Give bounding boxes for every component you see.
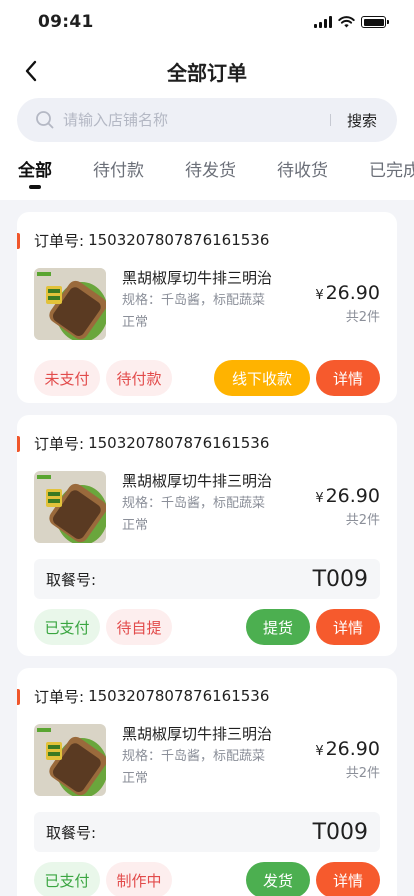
signal-icon xyxy=(314,16,332,28)
order-number-label: 订单号: xyxy=(34,434,85,453)
price-value: 26.90 xyxy=(325,738,380,760)
order-price: ¥26.90 xyxy=(315,282,380,304)
order-number-label: 订单号: xyxy=(34,687,85,706)
product-spec: 规格：千岛酱，标配蔬菜 xyxy=(122,749,266,764)
product-name: 黑胡椒厚切牛排三明治 xyxy=(122,472,273,490)
order-number: 1503207807876161536 xyxy=(88,231,270,249)
order-price: ¥26.90 xyxy=(315,485,380,507)
order-item: 黑胡椒厚切牛排三明治 规格：千岛酱，标配蔬菜 正常 ¥26.90 共2件 xyxy=(34,268,380,350)
product-image xyxy=(34,471,106,543)
product-spec: 规格：千岛酱，标配蔬菜 xyxy=(122,293,266,308)
status-badge: 未支付 xyxy=(34,360,100,396)
price-block: ¥26.90 共2件 xyxy=(315,471,380,528)
product-state: 正常 xyxy=(122,518,149,533)
price-symbol: ¥ xyxy=(315,288,324,303)
price-symbol: ¥ xyxy=(315,744,324,759)
chevron-left-icon xyxy=(25,60,37,82)
header-area: 09:41 全部订单 请输入店铺名称 搜索 全部 待付款 待发货 待收货 已完成 xyxy=(0,0,414,200)
pickup-box: 取餐号: T009 xyxy=(34,812,380,852)
order-header: 订单号: 1503207807876161536 xyxy=(17,668,380,724)
order-card[interactable]: 订单号: 1503207807876161536 黑胡椒厚切牛排三明治 规格：千… xyxy=(17,212,397,403)
tab-pending-shipment[interactable]: 待发货 xyxy=(185,142,277,200)
search-button[interactable]: 搜索 xyxy=(347,110,377,131)
product-state: 正常 xyxy=(122,315,149,330)
order-number: 1503207807876161536 xyxy=(88,687,270,705)
status-bar: 09:41 xyxy=(0,0,414,44)
order-number-label: 订单号: xyxy=(34,231,85,250)
order-number: 1503207807876161536 xyxy=(88,434,270,452)
order-actions: 已支付 待自提 提货 详情 xyxy=(34,599,380,655)
order-item: 黑胡椒厚切牛排三明治 规格：千岛酱，标配蔬菜 正常 ¥26.90 共2件 xyxy=(34,471,380,553)
pickup-label: 取餐号: xyxy=(46,823,97,842)
status-badge: 制作中 xyxy=(106,862,172,896)
search-input[interactable] xyxy=(63,111,330,129)
product-state: 正常 xyxy=(122,771,149,786)
back-button[interactable] xyxy=(18,58,44,84)
product-info: 黑胡椒厚切牛排三明治 规格：千岛酱，标配蔬菜 正常 xyxy=(106,471,315,535)
product-image xyxy=(34,268,106,340)
search-wrap: 搜索 xyxy=(0,98,414,142)
detail-button[interactable]: 详情 xyxy=(316,862,380,896)
pickup-number: T009 xyxy=(312,819,368,845)
order-actions: 已支付 制作中 发货 详情 xyxy=(34,852,380,896)
nav-bar: 全部订单 xyxy=(0,44,414,98)
order-card[interactable]: 订单号: 1503207807876161536 黑胡椒厚切牛排三明治 规格：千… xyxy=(17,668,397,896)
price-value: 26.90 xyxy=(325,282,380,304)
pickup-number: T009 xyxy=(312,566,368,592)
price-value: 26.90 xyxy=(325,485,380,507)
order-tabs: 全部 待付款 待发货 待收货 已完成 xyxy=(0,142,414,200)
search-divider xyxy=(329,114,331,126)
pickup-label: 取餐号: xyxy=(46,570,97,589)
detail-button[interactable]: 详情 xyxy=(316,609,380,645)
product-name: 黑胡椒厚切牛排三明治 xyxy=(122,269,273,287)
tab-all[interactable]: 全部 xyxy=(18,142,93,200)
item-count: 共2件 xyxy=(345,766,380,781)
search-bar: 搜索 xyxy=(17,98,397,142)
pickup-button[interactable]: 提货 xyxy=(246,609,310,645)
price-block: ¥26.90 共2件 xyxy=(315,268,380,325)
order-price: ¥26.90 xyxy=(315,738,380,760)
status-badge: 待付款 xyxy=(106,360,172,396)
status-badge: 已支付 xyxy=(34,862,100,896)
tab-completed[interactable]: 已完成 xyxy=(369,142,414,200)
product-spec: 规格：千岛酱，标配蔬菜 xyxy=(122,496,266,511)
detail-button[interactable]: 详情 xyxy=(316,360,380,396)
status-icons xyxy=(314,16,389,28)
status-badge: 待自提 xyxy=(106,609,172,645)
wifi-icon xyxy=(338,16,355,28)
offline-payment-button[interactable]: 线下收款 xyxy=(214,360,310,396)
product-info: 黑胡椒厚切牛排三明治 规格：千岛酱，标配蔬菜 正常 xyxy=(106,268,315,332)
product-name: 黑胡椒厚切牛排三明治 xyxy=(122,725,273,743)
product-info: 黑胡椒厚切牛排三明治 规格：千岛酱，标配蔬菜 正常 xyxy=(106,724,315,788)
order-item: 黑胡椒厚切牛排三明治 规格：千岛酱，标配蔬菜 正常 ¥26.90 共2件 xyxy=(34,724,380,806)
order-header: 订单号: 1503207807876161536 xyxy=(17,415,380,471)
search-icon xyxy=(35,109,57,131)
ship-button[interactable]: 发货 xyxy=(246,862,310,896)
order-card[interactable]: 订单号: 1503207807876161536 黑胡椒厚切牛排三明治 规格：千… xyxy=(17,415,397,656)
order-header: 订单号: 1503207807876161536 xyxy=(17,212,380,268)
status-badge: 已支付 xyxy=(34,609,100,645)
battery-icon xyxy=(361,16,389,28)
item-count: 共2件 xyxy=(345,310,380,325)
product-image xyxy=(34,724,106,796)
pickup-box: 取餐号: T009 xyxy=(34,559,380,599)
order-list: 订单号: 1503207807876161536 黑胡椒厚切牛排三明治 规格：千… xyxy=(0,200,414,896)
status-time: 09:41 xyxy=(38,12,94,32)
price-symbol: ¥ xyxy=(315,491,324,506)
tab-pending-payment[interactable]: 待付款 xyxy=(93,142,185,200)
order-actions: 未支付 待付款 线下收款 详情 xyxy=(34,350,380,406)
page-title: 全部订单 xyxy=(167,60,247,85)
price-block: ¥26.90 共2件 xyxy=(315,724,380,781)
tab-pending-receipt[interactable]: 待收货 xyxy=(277,142,369,200)
item-count: 共2件 xyxy=(345,513,380,528)
